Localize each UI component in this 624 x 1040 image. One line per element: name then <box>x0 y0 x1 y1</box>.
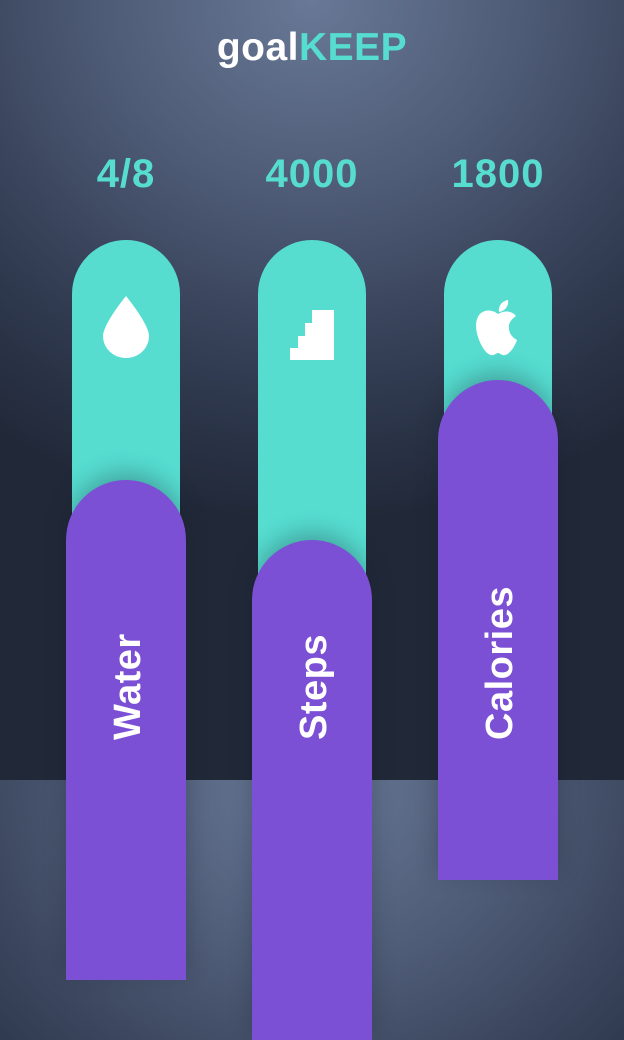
water-label: Water <box>107 633 149 740</box>
water-drop-icon <box>103 296 149 358</box>
calories-value: 1800 <box>451 152 545 196</box>
water-value: 4/8 <box>96 152 156 196</box>
steps-label: Steps <box>293 634 335 740</box>
steps-progress-fill[interactable] <box>252 540 372 1040</box>
steps-value: 4000 <box>265 152 359 196</box>
stairs-icon <box>290 310 334 360</box>
apple-icon <box>476 300 517 356</box>
logo-word-keep: KEEP <box>298 26 408 69</box>
logo-word-goal: goal <box>216 26 299 69</box>
app-logo: goalKEEP <box>0 26 624 70</box>
calories-label: Calories <box>479 586 521 740</box>
